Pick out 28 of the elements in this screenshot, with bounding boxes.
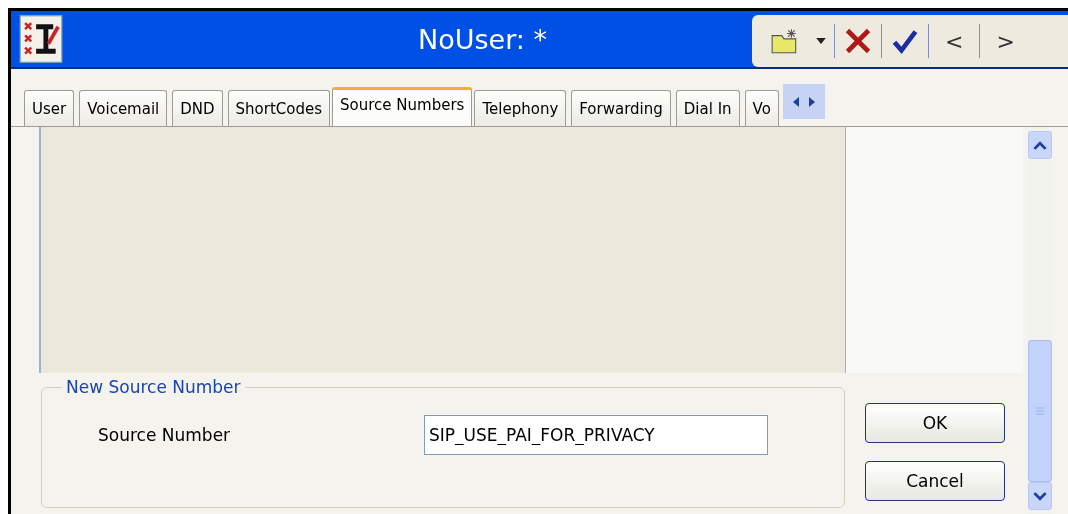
window-title: NoUser: * [417,23,548,55]
input-field[interactable]: SIP_USE_PAI_FOR_PRIVACY [424,415,768,455]
tab-scroll-buttons[interactable] [782,84,825,119]
dialog-button[interactable]: OK [865,403,1005,443]
up-chevron-icon [1033,140,1047,150]
tab[interactable]: DND [172,90,223,126]
caret-icon [816,38,826,44]
tab[interactable]: ShortCodes [227,90,331,126]
tab[interactable]: Forwarding [571,90,671,126]
tab[interactable]: User [24,90,75,126]
toolbar-button[interactable]: > [980,24,1031,58]
down-chevron-icon [1033,491,1047,501]
close-icon [843,27,873,55]
field-label: Source Number [97,425,232,445]
dialog-button[interactable]: Cancel [865,461,1005,501]
tab[interactable]: Vo [744,90,779,126]
group-title: New Source Number [65,377,242,397]
scroll-up-button[interactable] [1028,131,1052,159]
tab[interactable]: Dial In [675,90,740,126]
scroll-down-button[interactable] [1028,482,1052,510]
check-icon [890,27,920,55]
scroll-thumb[interactable] [1028,340,1052,482]
tab[interactable]: Voicemail [79,90,168,126]
toolbar-button[interactable]: < [929,24,980,58]
checklist-icon [19,14,63,64]
right-arrow-icon [806,95,817,108]
tab[interactable]: Telephony [474,90,567,126]
tab[interactable]: Source Numbers [332,87,473,126]
